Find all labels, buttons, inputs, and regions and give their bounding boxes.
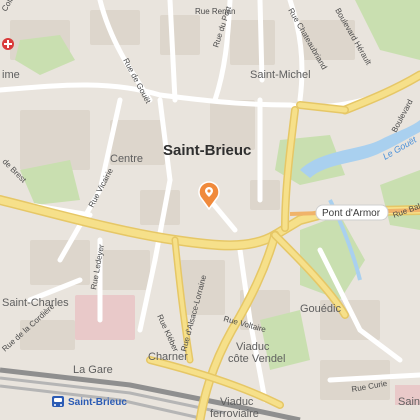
street-rue-de-gouet: Rue de Gouët xyxy=(121,57,153,106)
street-rue-curie: Rue Curie xyxy=(351,379,389,394)
district-la-gare: La Gare xyxy=(73,364,113,376)
viaduc-vendel-line1: Viaduc xyxy=(236,341,270,353)
street-rue-balzac: Rue Balz xyxy=(392,200,420,220)
district-saint-charles: Saint-Charles xyxy=(2,297,69,309)
street-rue-cordiere: Rue de la Cordière xyxy=(0,301,56,353)
labels-layer: Saint-Brieuc Centre Saint-Michel Saint-C… xyxy=(0,0,420,420)
street-boulevard-herault: Boulevard Hérault xyxy=(333,7,373,68)
city-label: Saint-Brieuc xyxy=(163,142,251,159)
viaduc-ferroviaire-line2: ferroviaire xyxy=(210,408,259,420)
train-icon[interactable] xyxy=(52,396,64,407)
street-rue-alsace: Rue d'Alsace-Lorraine xyxy=(179,273,208,352)
viaduc-ferroviaire-line1: Viaduc xyxy=(220,396,254,408)
hospital-icon[interactable] xyxy=(2,38,14,50)
district-saint-michel: Saint-Michel xyxy=(250,69,311,81)
street-colbert: Colbert xyxy=(0,0,21,13)
street-ime: ime xyxy=(2,69,20,81)
district-centre: Centre xyxy=(110,153,143,165)
street-saint-partial: Saint xyxy=(398,396,420,408)
map-view[interactable]: Saint-Brieuc Centre Saint-Michel Saint-C… xyxy=(0,0,420,420)
bridge-label: Pont d'Armor xyxy=(322,208,381,219)
street-boulevard-east: Boulevard xyxy=(390,98,415,134)
location-pin-icon[interactable] xyxy=(198,180,220,210)
street-rue-kleber: Rue Kléber xyxy=(155,313,180,353)
viaduc-vendel-line2: côte Vendel xyxy=(228,353,286,365)
street-de-brest: de Brest xyxy=(1,157,29,185)
street-rue-vicairie: Rue Vicairie xyxy=(87,166,115,209)
river-label: Le Gouët xyxy=(381,134,419,161)
station-label: Saint-Brieuc xyxy=(68,397,127,408)
district-gouedic: Gouédic xyxy=(300,303,341,315)
district-charner: Charner xyxy=(148,351,188,363)
street-rue-ledeyer: Rue Ledeyer xyxy=(89,243,106,290)
street-rue-chateaubriand: Rue Chateaubriand xyxy=(286,7,328,72)
street-rue-voltaire: Rue Voltaire xyxy=(222,314,267,334)
